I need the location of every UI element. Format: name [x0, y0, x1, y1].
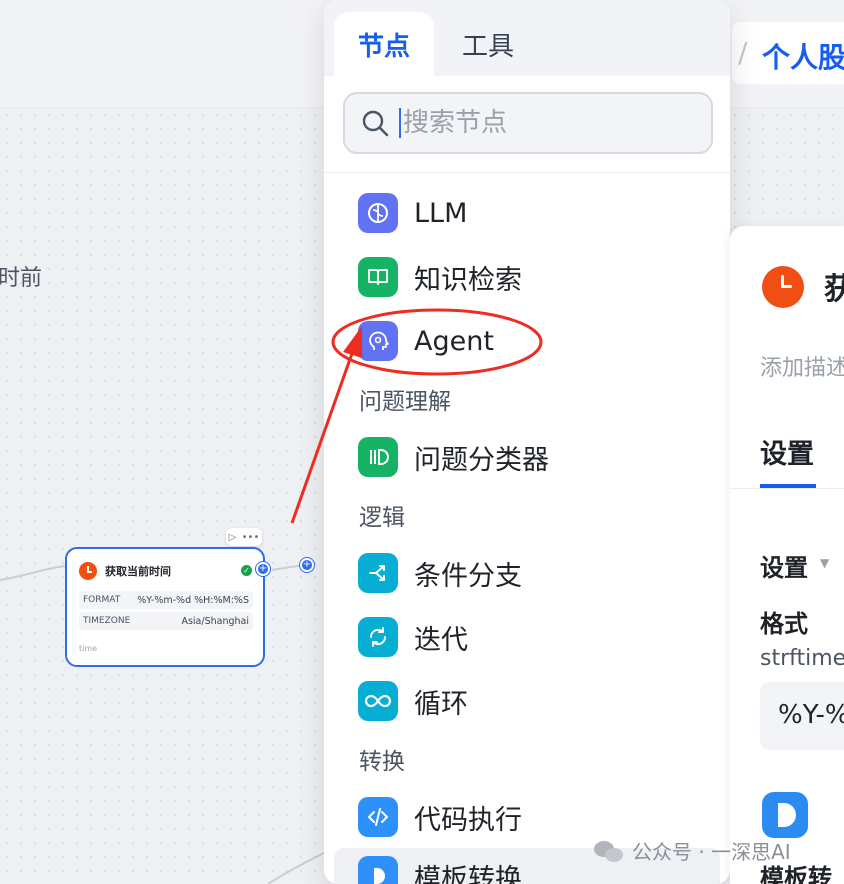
search-icon [362, 110, 389, 137]
node-item-llm[interactable]: LLM [334, 185, 720, 241]
incoming-edge [0, 565, 67, 581]
run-node-icon[interactable]: ▷ [229, 532, 237, 543]
tab-nodes[interactable]: 节点 [334, 12, 434, 76]
watermark: 公众号 · 一深思AI [594, 836, 791, 865]
search-box[interactable] [343, 92, 713, 154]
node-item-agent[interactable]: Agent [334, 313, 720, 369]
node-picker-panel: 节点 工具 LLM 知识检索 Agent 问题理解 问题分类器 [324, 0, 730, 884]
classifier-icon [358, 437, 398, 477]
tab-tools[interactable]: 工具 [436, 12, 540, 76]
format-input[interactable]: %Y-% [760, 682, 844, 750]
param-key: TIMEZONE [83, 616, 131, 626]
node-item-label: 条件分支 [414, 560, 522, 592]
properties-title[interactable]: 获 [824, 264, 844, 308]
divider [730, 488, 844, 489]
node-item-label: LLM [414, 197, 468, 229]
node-title: 获取当前时间 [105, 565, 171, 578]
lower-edge [267, 849, 331, 884]
edge-add-plus-icon[interactable]: + [300, 558, 314, 572]
node-mini-toolbar: ▷ ••• [226, 528, 262, 546]
format-help-text: strftime [760, 646, 844, 671]
template-icon [358, 856, 398, 884]
section-logic: 逻辑 [359, 505, 405, 531]
book-open-icon [358, 257, 398, 297]
node-item-label: 问题分类器 [414, 444, 549, 476]
caret-down-icon[interactable]: ▼ [820, 556, 829, 570]
description-input[interactable]: 添加描述 [760, 350, 844, 382]
node-add-port-plus-icon[interactable]: + [256, 562, 270, 576]
clock-icon [79, 562, 97, 580]
output-var-label: time [79, 644, 98, 653]
param-row-timezone: TIMEZONE Asia/Shanghai [79, 612, 253, 630]
watermark-text: 公众号 · 一深思AI [632, 840, 791, 864]
section-question-understanding: 问题理解 [359, 389, 451, 415]
more-icon[interactable]: ••• [242, 532, 260, 543]
get-current-time-node[interactable]: 获取当前时间 ✓ FORMAT %Y-%m-%d %H:%M:%S TIMEZO… [65, 547, 265, 667]
section-transform: 转换 [359, 749, 405, 775]
tab-settings[interactable]: 设置 [760, 432, 814, 471]
node-item-label: 代码执行 [414, 804, 522, 836]
node-item-loop[interactable]: 循环 [334, 673, 720, 729]
param-value: Asia/Shanghai [181, 615, 249, 627]
branch-icon [358, 553, 398, 593]
node-item-knowledge-retrieval[interactable]: 知识检索 [334, 249, 720, 305]
loop-infinity-icon [358, 681, 398, 721]
param-row-format: FORMAT %Y-%m-%d %H:%M:%S [79, 591, 253, 609]
template-icon [762, 792, 808, 838]
format-label: 格式 [760, 610, 808, 638]
node-item-question-classifier[interactable]: 问题分类器 [334, 429, 720, 485]
wechat-icon [594, 839, 624, 863]
node-item-iteration[interactable]: 迭代 [334, 609, 720, 665]
node-item-label: 循环 [414, 688, 468, 720]
success-check-icon: ✓ [241, 565, 252, 576]
node-item-label: 模板转换 [414, 863, 522, 884]
node-item-label: 迭代 [414, 624, 468, 656]
node-item-label: Agent [414, 325, 494, 357]
param-key: FORMAT [83, 595, 121, 605]
param-value: %Y-%m-%d %H:%M:%S [137, 594, 249, 606]
search-input[interactable] [399, 108, 699, 138]
agent-head-icon [358, 321, 398, 361]
clock-icon [762, 266, 804, 308]
code-icon [358, 797, 398, 837]
divider [324, 172, 730, 173]
node-header: 获取当前时间 [79, 562, 171, 580]
node-item-if-else[interactable]: 条件分支 [334, 545, 720, 601]
node-item-label: 知识检索 [414, 264, 522, 296]
iterate-icon [358, 617, 398, 657]
node-properties-panel: 获 添加描述 设置 设置 ▼ 格式 strftime %Y-% 模板转 [730, 226, 844, 884]
brain-icon [358, 193, 398, 233]
settings-section-title[interactable]: 设置 [760, 548, 808, 583]
